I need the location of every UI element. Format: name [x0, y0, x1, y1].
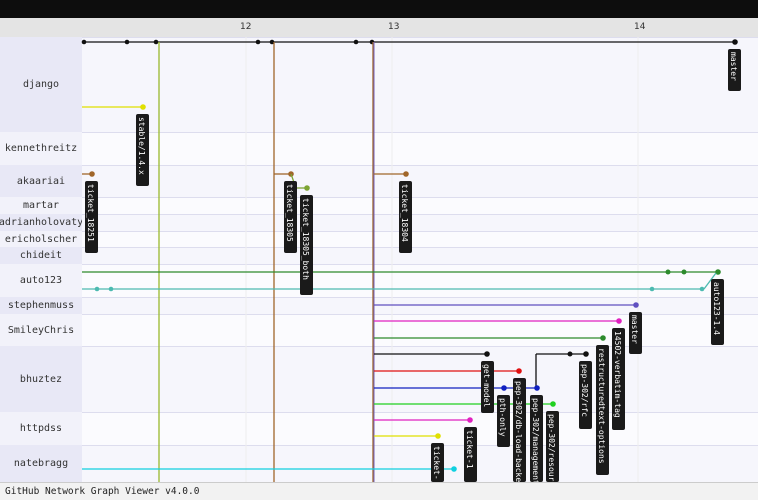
tag-master-stephenmuss-text: master [630, 315, 639, 344]
tag-master-stephenmuss[interactable]: master [629, 312, 642, 354]
tag-pep302-resource[interactable]: pep-302/resource [546, 411, 559, 482]
tag-restructured-text: restructuredtext-options [597, 348, 606, 464]
tag-ticket-18251[interactable]: ticket_18251 [85, 181, 98, 253]
tag-pth-only[interactable]: pth-only [497, 395, 510, 447]
tag-auto123-1-4[interactable]: auto123-1.4 [711, 279, 724, 345]
tag-db-load-backends-text: pep-302/db-load-backends [514, 381, 523, 482]
tag-stable-text: stable/1.4.x [137, 117, 146, 175]
network-graph[interactable]: master stable/1.4.x ticket_18251 ticket_… [0, 0, 758, 482]
tag-db-load-backends[interactable]: pep-302/db-load-backends [513, 378, 526, 482]
tag-ticket-18304-text: ticket_18304 [400, 184, 409, 242]
footer-version: GitHub Network Graph Viewer v4.0.0 [0, 482, 758, 500]
tag-pep302-resource-text: pep-302/resource [547, 414, 556, 482]
akaariai-branches[interactable] [82, 171, 409, 191]
smileychris-branches[interactable] [374, 318, 622, 341]
natebragg-branch[interactable] [82, 466, 457, 472]
tag-master-django-text: master [729, 52, 738, 81]
tag-get-model[interactable]: get-model [481, 361, 494, 413]
tag-ticket-18305-both[interactable]: ticket_18305_both [300, 195, 313, 295]
tag-master-django[interactable]: master [728, 49, 741, 91]
tag-restructured[interactable]: restructuredtext-options [596, 345, 609, 475]
stephenmuss-branch[interactable] [374, 302, 639, 308]
tag-verbatim[interactable]: 14502-verbatim-tag [612, 328, 625, 430]
stable-branch[interactable] [82, 104, 146, 110]
tag-stable[interactable]: stable/1.4.x [136, 114, 149, 186]
auto123-branches[interactable] [82, 269, 721, 292]
tag-ticket-2[interactable]: ticket- [431, 443, 444, 482]
tag-ticket-18305[interactable]: ticket_18305 [284, 181, 297, 253]
tag-ticket-18305-both-text: ticket_18305_both [301, 198, 310, 280]
tag-verbatim-text: 14502-verbatim-tag [613, 331, 622, 418]
tag-pep302-management-text: pep-302/management [531, 398, 540, 482]
tag-ticket-1[interactable]: ticket-1 [464, 427, 477, 482]
tag-ticket-1-text: ticket-1 [465, 430, 474, 469]
tag-ticket-18305-text: ticket_18305 [285, 184, 294, 242]
tag-pep302-management[interactable]: pep-302/management [530, 395, 543, 482]
httpdss-branch[interactable] [374, 417, 473, 439]
tag-ticket-2-text: ticket- [432, 446, 441, 480]
tag-auto123-1-4-text: auto123-1.4 [712, 282, 721, 335]
tag-pth-only-text: pth-only [498, 398, 507, 437]
django-master-branch[interactable] [81, 39, 738, 45]
tag-ticket-18304[interactable]: ticket_18304 [399, 181, 412, 253]
tag-get-model-text: get-model [482, 364, 491, 408]
tag-pep302-rfc-text: pep-302/rfc [580, 364, 589, 417]
tag-pep302-rfc[interactable]: pep-302/rfc [579, 361, 592, 429]
tag-ticket-18251-text: ticket_18251 [86, 184, 95, 242]
